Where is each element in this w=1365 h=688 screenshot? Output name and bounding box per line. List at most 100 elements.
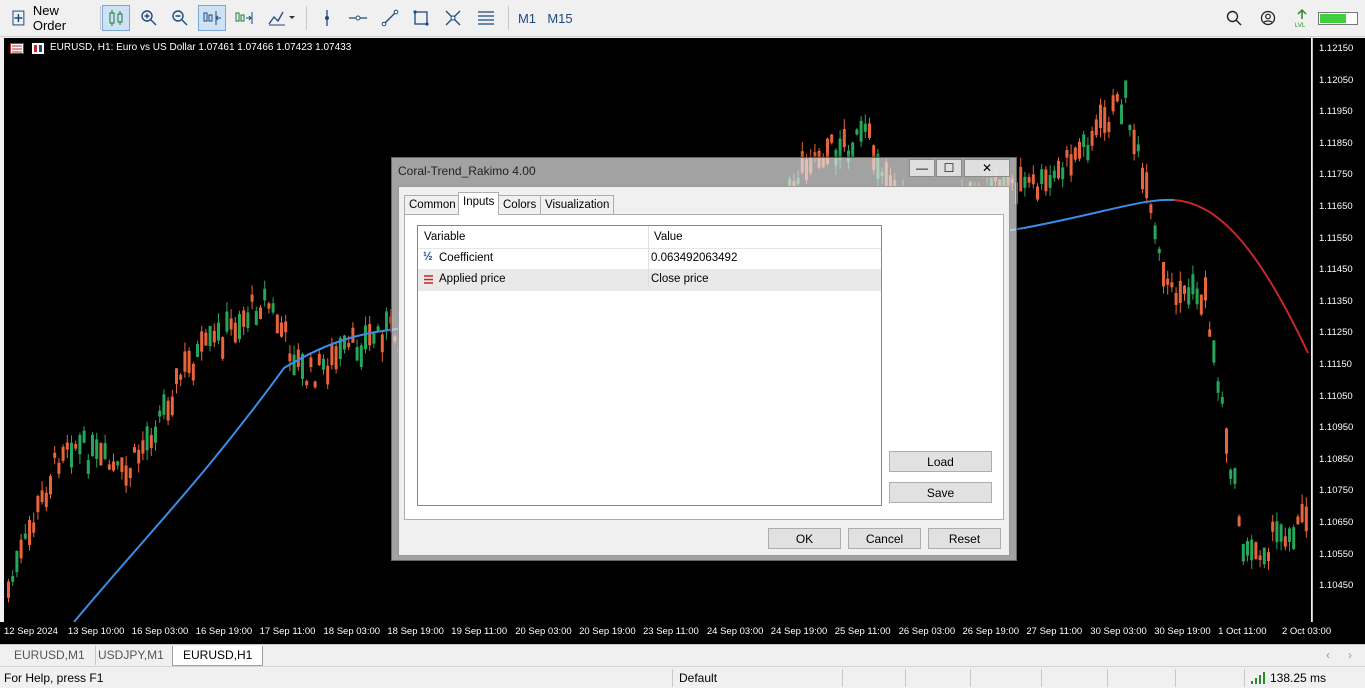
candle-body: [154, 426, 157, 443]
candle-body: [359, 345, 363, 367]
maximize-icon: ☐: [943, 161, 955, 175]
candle-body: [1220, 396, 1224, 404]
candle-body: [330, 343, 334, 366]
candle-body: [1132, 129, 1136, 155]
load-button[interactable]: Load: [889, 451, 992, 472]
table-row-applied-price[interactable]: Applied price Close price: [418, 270, 881, 291]
time-label: 20 Sep 03:00: [515, 626, 572, 637]
candle-body: [1250, 539, 1254, 561]
candle-body: [380, 334, 384, 353]
candlestick-button[interactable]: [102, 5, 130, 31]
vertical-line-button[interactable]: [314, 5, 340, 31]
search-button[interactable]: [1222, 5, 1246, 31]
zoom-out-button[interactable]: [167, 5, 193, 31]
account-button[interactable]: [1256, 5, 1280, 31]
candle-body: [1225, 428, 1228, 454]
cancel-button[interactable]: Cancel: [848, 528, 921, 549]
close-button[interactable]: ✕: [964, 159, 1010, 177]
time-label: 18 Sep 03:00: [323, 626, 381, 637]
candle-body: [322, 358, 325, 370]
price-label: 1.10950: [1319, 422, 1354, 434]
tab-inputs[interactable]: Inputs: [458, 192, 500, 215]
price-label: 1.11650: [1319, 201, 1353, 212]
time-label: 19 Sep 11:00: [451, 626, 508, 637]
price-label: 1.11050: [1319, 390, 1353, 402]
candle-body: [53, 452, 57, 458]
fraction-icon: ½: [423, 251, 433, 263]
zoom-in-button[interactable]: [136, 5, 162, 31]
candle-body: [1040, 169, 1044, 184]
table-row-coefficient[interactable]: ½ Coefficient 0.063492063492: [418, 249, 881, 270]
candle-body: [19, 539, 23, 559]
candle-body: [28, 519, 31, 545]
reset-button[interactable]: Reset: [928, 528, 1001, 549]
variable-value-input[interactable]: 0.063492063492: [651, 252, 737, 264]
status-divider: [905, 669, 906, 687]
timeframe-m1-button[interactable]: M1: [514, 5, 540, 31]
candle-body: [1254, 542, 1258, 560]
indicators-button[interactable]: [262, 5, 300, 31]
zoom-out-icon: [172, 10, 188, 26]
dialog-title: Coral-Trend_Rakimo 4.00: [398, 164, 536, 178]
tab-common[interactable]: Common: [404, 195, 461, 214]
time-label: 2 Oct 03:00: [1282, 626, 1332, 637]
candle-body: [343, 335, 346, 350]
trendline-icon: [381, 9, 399, 27]
horizontal-line-button[interactable]: [345, 5, 371, 31]
save-button[interactable]: Save: [889, 482, 992, 503]
maximize-button[interactable]: ☐: [936, 159, 962, 177]
chart-symbol-title: EURUSD, H1: Euro vs US Dollar 1.07461 1.…: [50, 42, 352, 53]
candle-body: [70, 442, 73, 468]
indicators-icon: [268, 11, 295, 26]
chart-tab[interactable]: EURUSD,H1: [172, 646, 264, 666]
signal-button[interactable]: LVL: [1290, 5, 1314, 31]
horizontal-line-icon: [349, 15, 367, 21]
tab-colors[interactable]: Colors: [498, 195, 542, 214]
candle-body: [1216, 381, 1220, 393]
minimize-button[interactable]: —: [909, 159, 935, 177]
ok-button[interactable]: OK: [768, 528, 841, 549]
time-label: 30 Sep 19:00: [1154, 626, 1211, 637]
price-label: 1.10450: [1319, 580, 1354, 592]
time-label: 13 Sep 10:00: [67, 626, 125, 637]
chart-tab[interactable]: USDJPY,M1: [88, 646, 175, 665]
candle-body: [368, 323, 372, 346]
candle-body: [233, 322, 237, 343]
new-order-button[interactable]: New Order: [10, 3, 96, 33]
tab-visualization[interactable]: Visualization: [540, 195, 615, 214]
candle-body: [1229, 469, 1233, 479]
chart-menu-icon[interactable]: [10, 43, 24, 54]
variable-value-select[interactable]: Close price: [651, 273, 709, 285]
trendline-button[interactable]: [377, 5, 403, 31]
timeframe-m15-button[interactable]: M15: [545, 5, 575, 31]
candle-body: [863, 123, 867, 132]
status-help-text: For Help, press F1: [4, 671, 104, 685]
candle-body: [1145, 172, 1149, 199]
candle-body: [1275, 521, 1279, 543]
fibonacci-button[interactable]: [440, 5, 466, 31]
price-axis[interactable]: 1.12150 1.12050 1.11950 1.11850 1.11750 1.116…: [1312, 38, 1365, 622]
column-header-value[interactable]: Value: [654, 231, 683, 243]
tab-scroll-right-icon[interactable]: ›: [1348, 648, 1352, 662]
time-label: 17 Sep 11:00: [259, 626, 316, 637]
candle-body: [1120, 104, 1123, 125]
time-label: 12 Sep 2024: [4, 626, 58, 637]
candle-body: [830, 134, 834, 143]
candle-body: [1124, 80, 1128, 98]
tab-scroll-left-icon[interactable]: ‹: [1326, 648, 1330, 662]
chart-shift-button[interactable]: [198, 5, 226, 31]
candle-body: [1267, 552, 1270, 562]
candle-body: [36, 496, 40, 513]
candle-body: [1187, 287, 1191, 305]
minimize-icon: —: [916, 161, 928, 175]
text-tools-button[interactable]: [472, 5, 500, 31]
column-header-variable[interactable]: Variable: [424, 231, 465, 243]
new-order-icon: [12, 10, 25, 26]
rectangle-button[interactable]: [408, 5, 434, 31]
candle-body: [49, 476, 52, 495]
chart-tab[interactable]: EURUSD,M1: [4, 646, 96, 665]
zoom-in-icon: [141, 10, 157, 26]
status-divider: [842, 669, 843, 687]
time-axis[interactable]: 12 Sep 2024 13 Sep 10:00 16 Sep 03:00 16 Se…: [0, 622, 1365, 644]
autoscroll-button[interactable]: [230, 5, 258, 31]
